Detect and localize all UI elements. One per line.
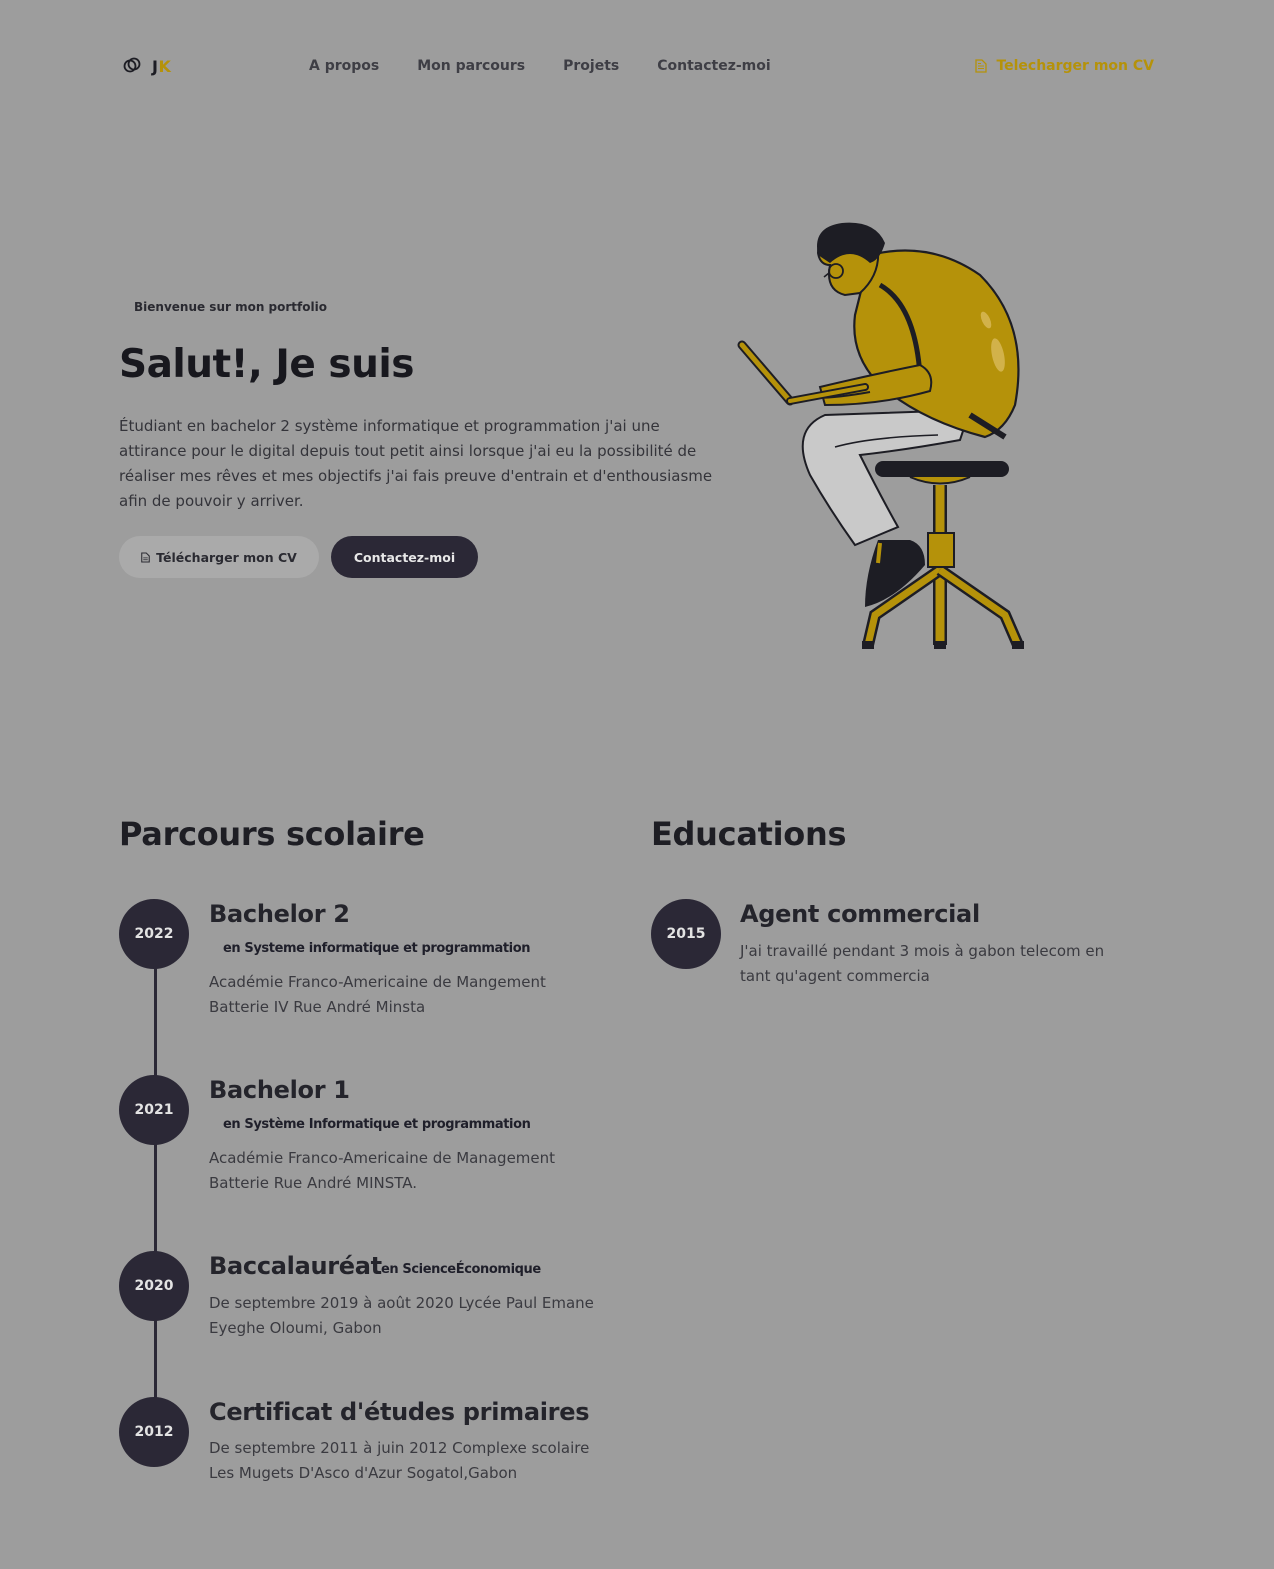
parcours-item-tag: en Système Informatique et programmation xyxy=(223,1117,531,1132)
parcours-item-title: Certificat d'études primaires xyxy=(209,1398,590,1426)
navbar: JK A propos Mon parcours Projets Contact… xyxy=(0,0,1274,132)
hero-title: Salut!, Je suis xyxy=(119,342,414,387)
logo-text: JK xyxy=(152,57,171,76)
download-cv-label: Télécharger mon CV xyxy=(156,549,297,565)
education-item-desc: J'ai travaillé pendant 3 mois à gabon te… xyxy=(740,942,1105,985)
document-icon xyxy=(975,59,988,73)
education-item-title: Agent commercial xyxy=(740,900,980,928)
parcours-item-desc: De septembre 2019 à août 2020 Lycée Paul… xyxy=(209,1294,594,1337)
year-badge-2021: 2021 xyxy=(119,1075,189,1145)
nav-links: A propos Mon parcours Projets Contactez-… xyxy=(309,58,809,74)
year-badge-2015: 2015 xyxy=(651,899,721,969)
timeline-line xyxy=(154,935,157,1432)
year-badge-2020: 2020 xyxy=(119,1251,189,1321)
download-cv-button[interactable]: Télécharger mon CV xyxy=(119,536,319,578)
hero-description: Étudiant en bachelor 2 système informati… xyxy=(119,417,713,510)
parcours-item-title: Baccalauréat xyxy=(209,1252,382,1280)
document-icon xyxy=(141,551,150,563)
contact-button[interactable]: Contactez-moi xyxy=(331,536,478,578)
parcours-title: Parcours scolaire xyxy=(119,815,425,853)
hero-subtitle: Bienvenue sur mon portfolio xyxy=(134,300,327,314)
nav-link-projets[interactable]: Projets xyxy=(563,58,619,74)
parcours-item-title: Bachelor 1 xyxy=(209,1076,350,1104)
nav-link-a-propos[interactable]: A propos xyxy=(309,58,379,74)
logo-letter-k: K xyxy=(158,56,172,76)
parcours-item-desc: Académie Franco-Americaine de Management… xyxy=(209,1149,556,1192)
parcours-item-tag: en Systeme informatique et programmation xyxy=(223,941,531,956)
parcours-item-desc: Académie Franco-Americaine de Mangement … xyxy=(209,973,546,1016)
logo[interactable]: JK xyxy=(122,56,171,76)
nav-download-cv-link[interactable]: Telecharger mon CV xyxy=(975,58,1154,74)
nav-link-contactez-moi[interactable]: Contactez-moi xyxy=(657,58,770,74)
link-logo-icon xyxy=(123,57,141,73)
year-badge-2012: 2012 xyxy=(119,1397,189,1467)
parcours-item-tag: en ScienceÉconomique xyxy=(381,1262,541,1277)
educations-title: Educations xyxy=(651,815,847,853)
parcours-item-desc: De septembre 2011 à juin 2012 Complexe s… xyxy=(209,1439,590,1482)
nav-link-mon-parcours[interactable]: Mon parcours xyxy=(417,58,525,74)
parcours-item-title: Bachelor 2 xyxy=(209,900,350,928)
man-on-stool-illustration xyxy=(737,222,1024,649)
year-badge-2022: 2022 xyxy=(119,899,189,969)
nav-download-cv-label: Telecharger mon CV xyxy=(996,58,1154,74)
